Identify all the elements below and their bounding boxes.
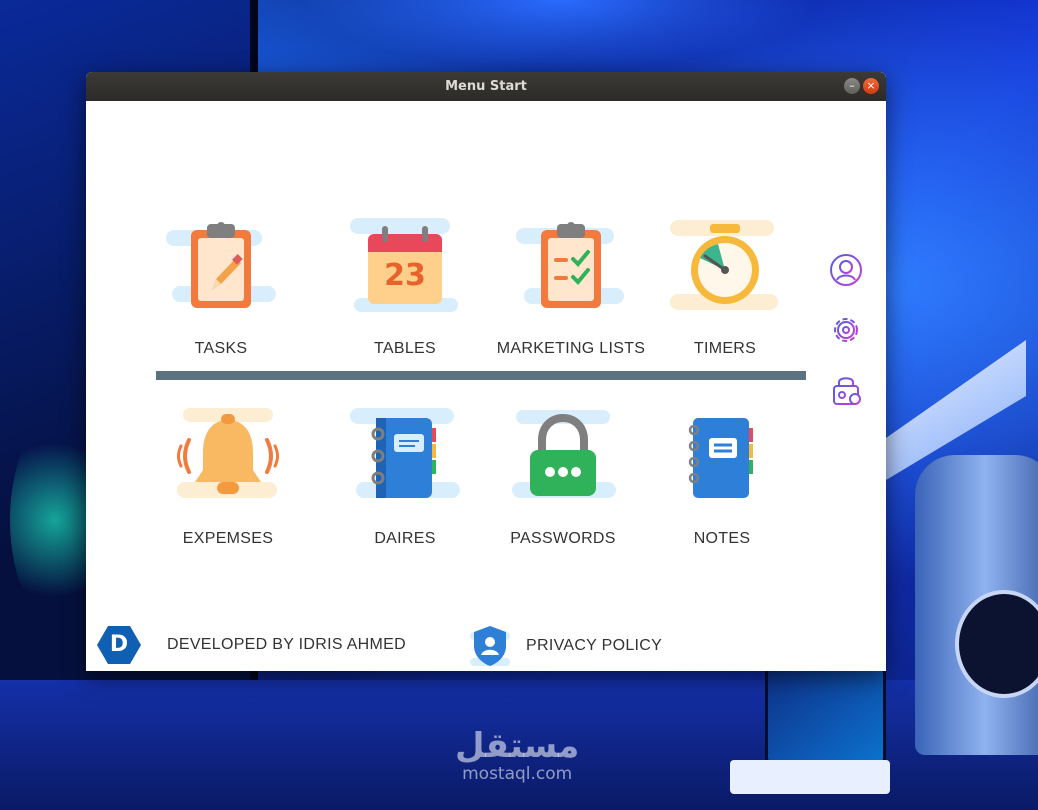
menu-item-daires[interactable]: DAIRES [320, 408, 490, 548]
section-divider [156, 371, 806, 380]
notebook-icon [667, 408, 777, 508]
menu-item-label: NOTES [693, 530, 751, 547]
menu-item-label: TASKS [194, 340, 248, 357]
stopwatch-icon [670, 218, 780, 318]
menu-item-label: DAIRES [374, 530, 436, 547]
menu-item-marketing-lists[interactable]: MARKETING LISTS [486, 218, 656, 358]
developer-text: DEVELOPED BY IDRIS AHMED [167, 636, 406, 653]
menu-item-label: PASSWORDS [510, 530, 616, 547]
padlock-icon [508, 408, 618, 508]
watermark-latin: mostaql.com [462, 764, 573, 784]
menu-item-label: MARKETING LISTS [496, 340, 646, 357]
developer-logo-letter: D [109, 632, 129, 657]
lock-settings-icon[interactable] [828, 372, 864, 408]
menu-item-label: EXPEMSES [182, 530, 274, 547]
calendar-icon: 23 [350, 218, 460, 318]
background-paint-splash [300, 0, 820, 70]
menu-item-notes[interactable]: NOTES [637, 408, 807, 548]
privacy-policy-text: PRIVACY POLICY [526, 637, 663, 654]
diary-icon [350, 408, 460, 508]
calendar-day-number: 23 [384, 258, 426, 293]
window-title: Menu Start [445, 79, 527, 94]
minimize-icon[interactable]: – [844, 78, 860, 94]
watermark-arabic: مستقل [455, 726, 580, 766]
privacy-shield-icon [470, 624, 510, 668]
close-icon[interactable]: × [863, 78, 879, 94]
menu-item-label: TIMERS [693, 340, 757, 357]
menu-item-tasks[interactable]: TASKS [136, 218, 306, 358]
menu-start-window: Menu Start – × TASKS 23 TABLES MARKETING… [86, 72, 886, 671]
watermark: مستقل mostaql.com [455, 728, 579, 784]
privacy-policy-link[interactable]: PRIVACY POLICY [470, 624, 662, 668]
bell-icon [173, 408, 283, 508]
developer-credit[interactable]: D DEVELOPED BY IDRIS AHMED [96, 624, 406, 666]
menu-item-expenses[interactable]: EXPEMSES [143, 408, 313, 548]
menu-item-passwords[interactable]: PASSWORDS [478, 408, 648, 548]
checklist-icon [516, 218, 626, 318]
user-profile-icon[interactable] [828, 252, 864, 288]
menu-item-label: TABLES [374, 340, 436, 357]
developer-logo: D [96, 624, 142, 666]
menu-item-timers[interactable]: TIMERS [640, 218, 810, 358]
background-phone [765, 660, 886, 771]
background-phone-stand [730, 760, 890, 794]
menu-item-tables[interactable]: 23 TABLES [320, 218, 490, 358]
title-bar[interactable]: Menu Start – × [86, 72, 886, 101]
settings-gear-icon[interactable] [828, 312, 864, 348]
clipboard-pencil-icon [166, 218, 276, 318]
